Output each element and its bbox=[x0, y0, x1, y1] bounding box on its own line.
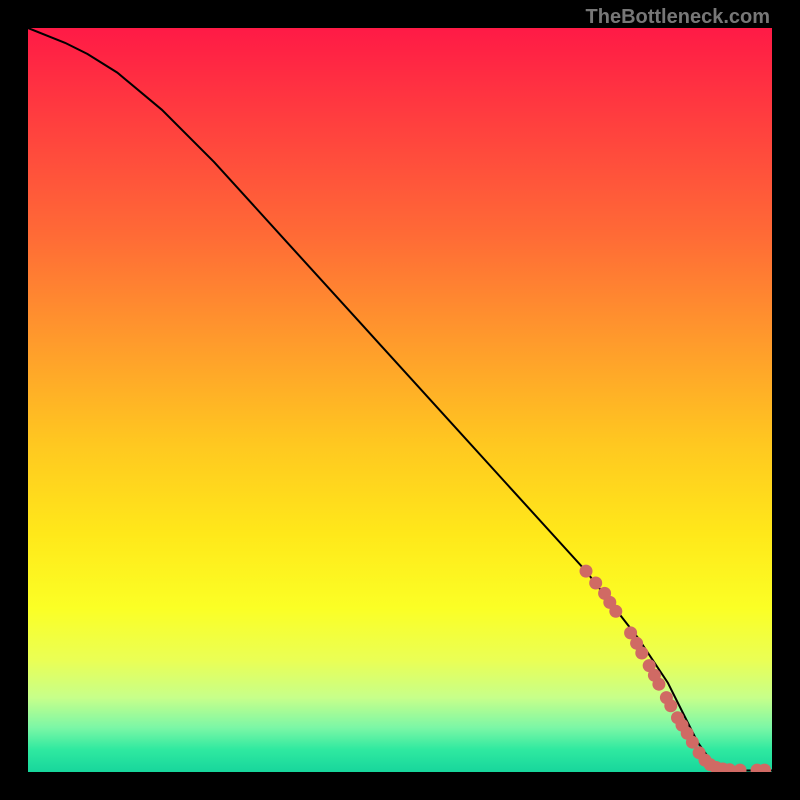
marker-dot bbox=[609, 605, 622, 618]
marker-dot bbox=[635, 647, 648, 660]
watermark-text: TheBottleneck.com bbox=[586, 6, 770, 29]
marker-dot bbox=[589, 577, 602, 590]
chart-svg bbox=[28, 28, 772, 772]
marker-dot bbox=[734, 764, 747, 772]
marker-dot bbox=[664, 699, 677, 712]
chart-frame: TheBottleneck.com bbox=[0, 0, 800, 800]
plot-area bbox=[28, 28, 772, 772]
bottleneck-curve bbox=[28, 28, 772, 771]
marker-dot bbox=[652, 678, 665, 691]
marker-dot bbox=[580, 565, 593, 578]
curve-markers bbox=[580, 565, 772, 772]
